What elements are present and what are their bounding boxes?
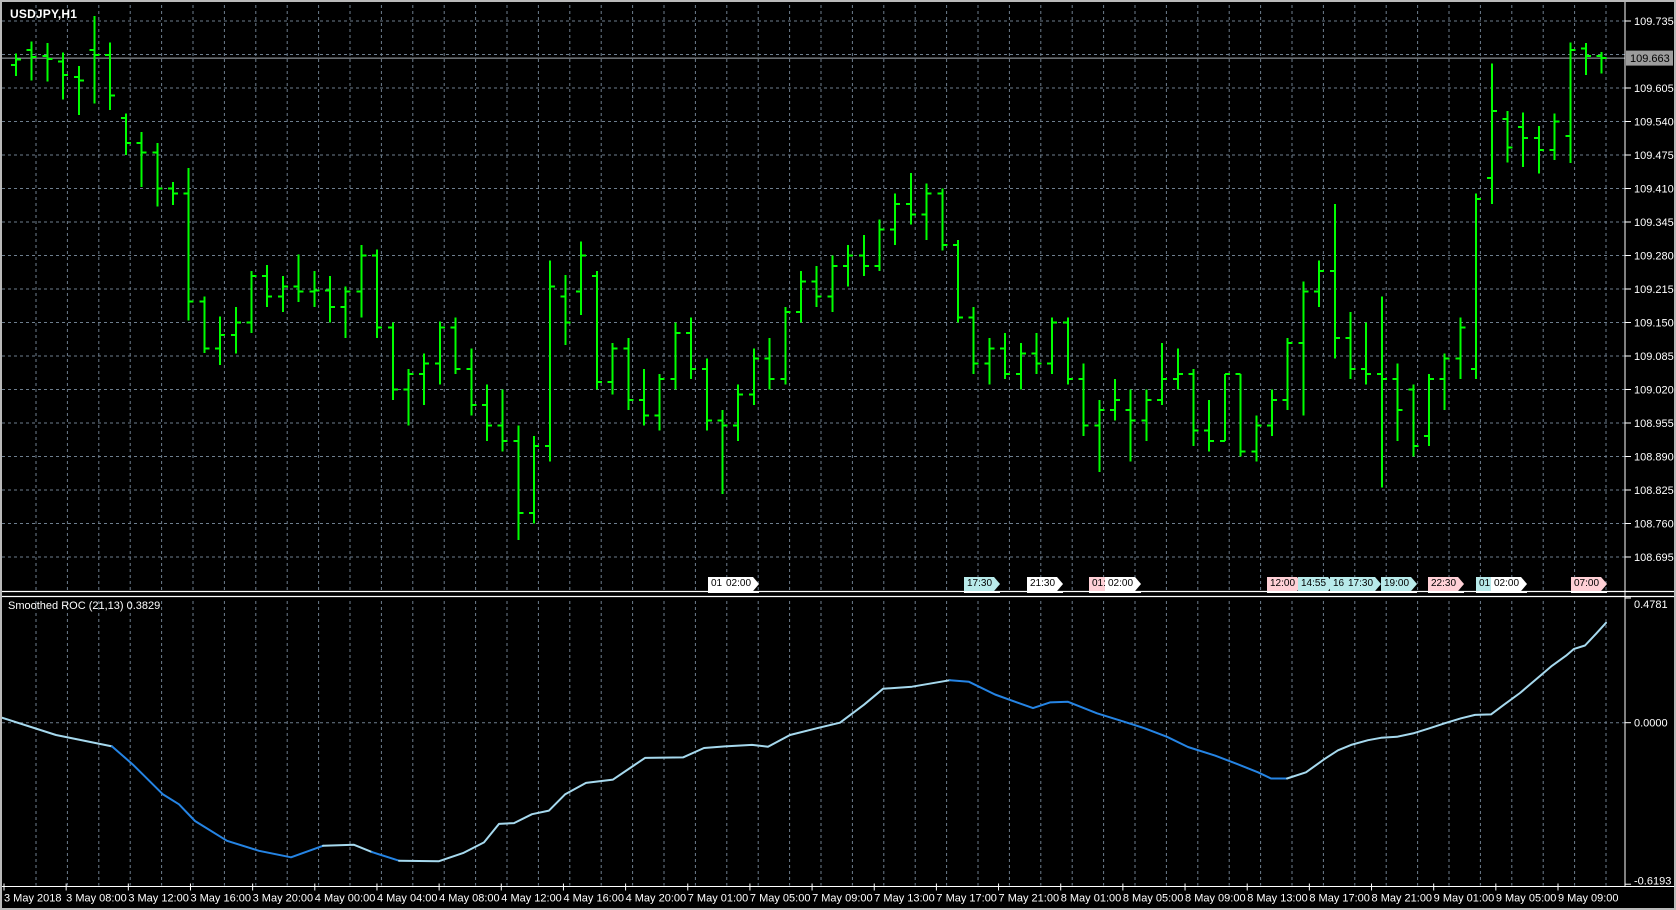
main-chart-plot[interactable] (2, 5, 1625, 571)
indicator-plot[interactable] (2, 599, 1625, 886)
indicator-label: Smoothed ROC (21,13) 0.3829 (8, 600, 160, 612)
chart-window: 109.735109.605109.540109.475109.410109.3… (0, 0, 1676, 910)
symbol-title: USDJPY,H1 (10, 7, 77, 21)
time-axis[interactable] (2, 887, 1674, 909)
panel-separator[interactable] (2, 590, 1674, 598)
price-axis[interactable] (1625, 2, 1674, 887)
chart-canvas[interactable]: 109.735109.605109.540109.475109.410109.3… (2, 2, 1674, 908)
